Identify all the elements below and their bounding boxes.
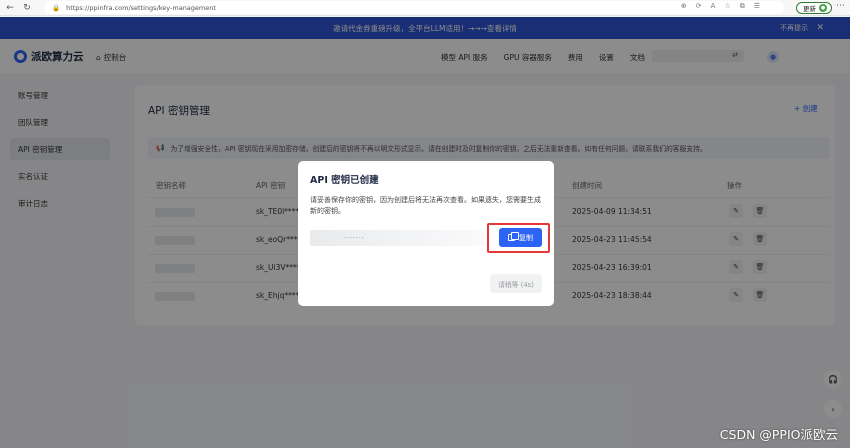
address-bar[interactable]: 🔒 https://ppinfra.com/settings/key-manag… xyxy=(44,1,784,14)
read-aloud-icon[interactable]: A xyxy=(711,2,716,11)
copy-button[interactable]: 复制 xyxy=(499,228,542,247)
extension-icon[interactable]: ⟳ xyxy=(696,2,702,11)
copy-icon xyxy=(508,232,519,241)
lock-icon: 🔒 xyxy=(52,3,61,12)
watermark: CSDN @PPIO派欧云 xyxy=(719,427,838,442)
modal-title: API 密钥已创建 xyxy=(310,175,379,186)
update-button[interactable]: 更新 ● xyxy=(796,2,832,14)
zoom-icon[interactable]: ⊕ xyxy=(681,2,687,11)
url-text: https://ppinfra.com/settings/key-managem… xyxy=(66,3,216,12)
favorite-icon[interactable]: ☆ xyxy=(724,2,730,11)
wait-button: 请稍等 (4s) xyxy=(490,274,542,293)
profile-icon: ● xyxy=(819,4,827,12)
api-key-created-modal: API 密钥已创建 请妥善保存你的密钥，因为创建后将无法再次查看。如果遗失，您需… xyxy=(298,161,554,306)
api-key-value: ······· xyxy=(344,234,365,242)
modal-description: 请妥善保存你的密钥，因为创建后将无法再次查看。如果遗失，您需要生成新的密钥。 xyxy=(310,196,541,215)
refresh-icon[interactable]: ↻ xyxy=(20,1,34,15)
favorites-list-icon[interactable]: ☰ xyxy=(754,2,760,11)
api-key-field[interactable]: ······· xyxy=(310,230,485,246)
back-icon[interactable]: ← xyxy=(3,1,17,15)
browser-toolbar: ← ↻ 🔒 https://ppinfra.com/settings/key-m… xyxy=(0,0,850,16)
browser-tools: ⊕ ⟳ A ☆ ⧉ ☰ xyxy=(681,2,760,11)
more-icon[interactable]: ⋯ xyxy=(836,1,845,11)
split-screen-icon[interactable]: ⧉ xyxy=(740,2,745,11)
